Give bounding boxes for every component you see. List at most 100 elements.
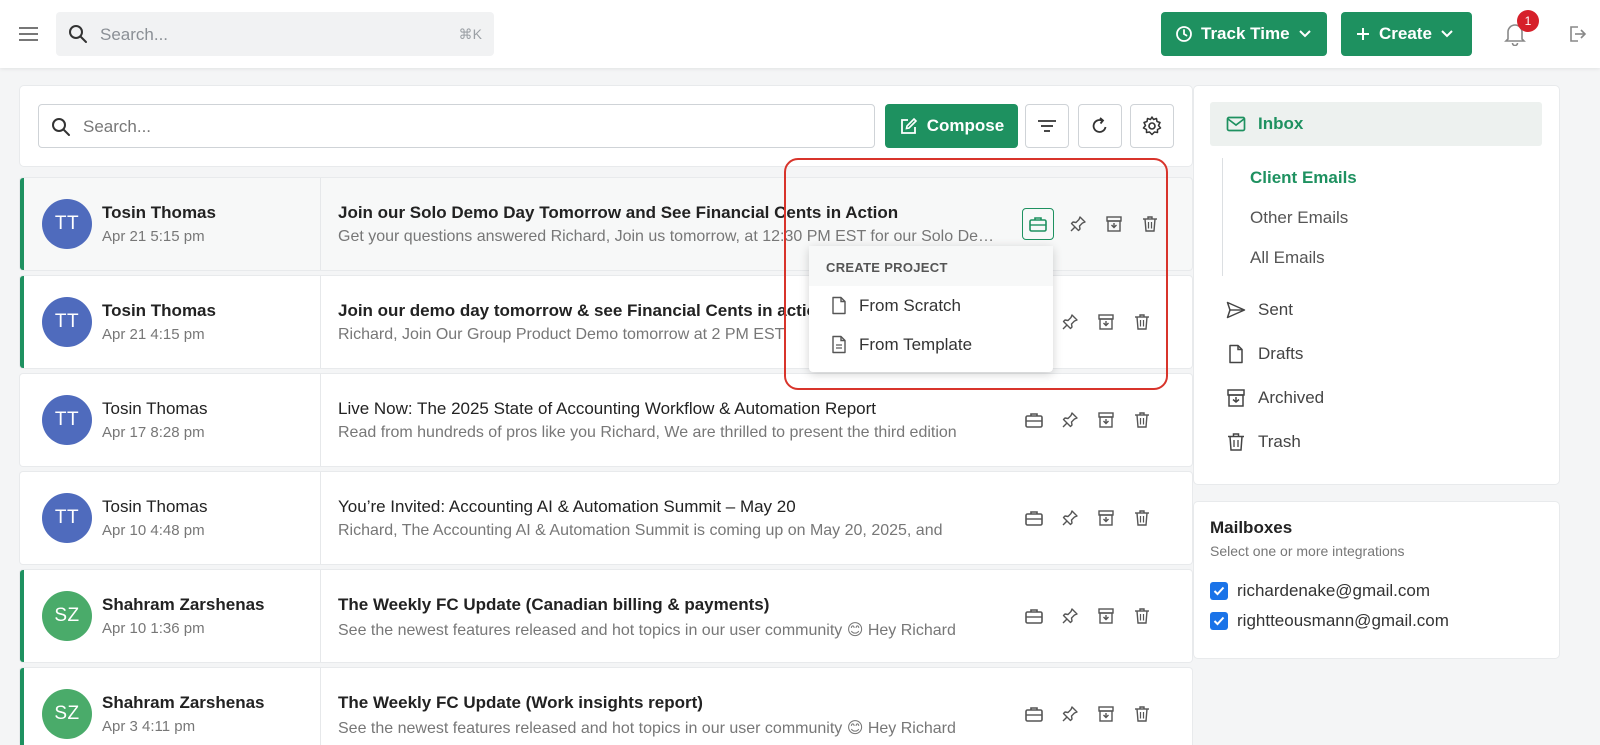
avatar: SZ [42,591,92,641]
briefcase-icon [1024,705,1044,723]
file-icon [831,296,847,315]
checkbox-checked[interactable] [1210,612,1228,630]
create-project-button[interactable] [1022,408,1046,432]
sidebar-item-archived[interactable]: Archived [1226,388,1324,408]
avatar: TT [42,297,92,347]
email-date: Apr 3 4:11 pm [102,718,196,735]
mailboxes-panel: Mailboxes Select one or more integration… [1194,502,1559,658]
trash-icon [1226,432,1246,452]
pin-button[interactable] [1058,408,1082,432]
sidebar-item-other-emails[interactable]: Other Emails [1250,208,1348,228]
avatar-initials: SZ [54,703,80,724]
row-actions [1022,506,1154,530]
sidebar-item-all-emails[interactable]: All Emails [1250,248,1325,268]
plus-icon [1355,26,1371,42]
pin-button[interactable] [1058,604,1082,628]
archive-icon [1226,388,1246,408]
archive-button[interactable] [1094,604,1118,628]
mailboxes-title: Mailboxes [1210,518,1293,537]
archive-icon [1097,411,1115,429]
archived-label: Archived [1258,388,1325,407]
archive-button[interactable] [1094,408,1118,432]
top-bar: Search... ⌘K Track Time Create 1 [0,0,1600,68]
create-project-button[interactable] [1022,702,1046,726]
trash-icon [1134,607,1150,625]
mailbox-email: richardenake@gmail.com [1237,581,1431,600]
trash-icon [1134,509,1150,527]
mailbox-email: rightteousmann@gmail.com [1237,611,1449,630]
notification-badge: 1 [1517,10,1539,32]
create-project-button[interactable] [1022,506,1046,530]
avatar-initials: TT [54,311,80,332]
sidebar-item-drafts[interactable]: Drafts [1226,344,1303,364]
sidebar-item-sent[interactable]: Sent [1226,300,1293,320]
from-scratch-label: From Scratch [859,295,962,315]
dropdown-header: CREATE PROJECT [809,246,1053,286]
checkbox-checked[interactable] [1210,582,1228,600]
row-divider [320,178,321,270]
avatar-initials: SZ [54,605,80,626]
email-row[interactable]: SZ Shahram Zarshenas Apr 3 4:11 pm The W… [20,668,1192,745]
pin-button[interactable] [1058,702,1082,726]
create-button[interactable]: Create [1341,12,1472,56]
row-divider [320,276,321,368]
email-sender: Shahram Zarshenas [102,595,265,614]
email-subject: Join our demo day tomorrow & see Financi… [338,301,828,320]
pin-icon [1061,607,1079,625]
chevron-down-icon [1298,29,1312,39]
sidebar-item-trash[interactable]: Trash [1226,432,1301,452]
avatar-initials: TT [54,213,80,234]
trash-icon [1134,705,1150,723]
logout-icon[interactable] [1567,24,1587,44]
row-actions [1022,408,1154,432]
search-icon [68,24,88,44]
inbox-search-input[interactable]: Search... [38,104,875,148]
avatar: TT [42,493,92,543]
row-divider [320,570,321,662]
email-subject: The Weekly FC Update (Canadian billing &… [338,595,770,614]
archive-button[interactable] [1094,506,1118,530]
refresh-button[interactable] [1078,104,1122,148]
filter-button[interactable] [1025,104,1069,148]
inbox-toolbar: Search... Compose [20,86,1192,166]
archive-icon [1097,705,1115,723]
delete-button[interactable] [1130,702,1154,726]
compose-label: Compose [926,116,1005,135]
from-template-label: From Template [859,334,973,354]
delete-button[interactable] [1130,408,1154,432]
menu-icon[interactable] [18,24,40,44]
mailbox-account-1[interactable]: richardenake@gmail.com [1210,581,1430,601]
avatar: TT [42,199,92,249]
settings-button[interactable] [1130,104,1174,148]
drafts-label: Drafts [1258,344,1304,363]
global-search-input[interactable]: Search... ⌘K [56,12,494,56]
from-template-option[interactable]: From Template [809,325,1053,364]
compose-button[interactable]: Compose [885,104,1018,148]
row-divider [320,668,321,745]
email-preview: Read from hundreds of pros like you Rich… [338,424,957,441]
email-date: Apr 21 5:15 pm [102,228,205,245]
create-project-button[interactable] [1022,604,1046,628]
clock-icon [1175,25,1193,43]
archive-button[interactable] [1094,702,1118,726]
delete-button[interactable] [1130,604,1154,628]
pin-button[interactable] [1058,506,1082,530]
email-row[interactable]: SZ Shahram Zarshenas Apr 10 1:36 pm The … [20,570,1192,662]
send-icon [1226,301,1246,319]
email-preview: See the newest features released and hot… [338,720,956,737]
file-icon [1226,344,1246,364]
mailbox-account-2[interactable]: rightteousmann@gmail.com [1210,611,1449,631]
mailboxes-subtitle: Select one or more integrations [1210,543,1405,559]
briefcase-icon [1024,509,1044,527]
delete-button[interactable] [1130,506,1154,530]
pin-icon [1061,411,1079,429]
email-row[interactable]: TT Tosin Thomas Apr 10 4:48 pm You’re In… [20,472,1192,564]
track-time-button[interactable]: Track Time [1161,12,1327,56]
email-date: Apr 10 4:48 pm [102,522,205,539]
sidebar-item-inbox[interactable]: Inbox [1210,102,1542,146]
email-preview: Richard, The Accounting AI & Automation … [338,522,943,539]
sidebar-item-client-emails[interactable]: Client Emails [1250,168,1357,188]
email-sender: Tosin Thomas [102,497,208,516]
row-divider [320,472,321,564]
from-scratch-option[interactable]: From Scratch [809,286,1053,325]
